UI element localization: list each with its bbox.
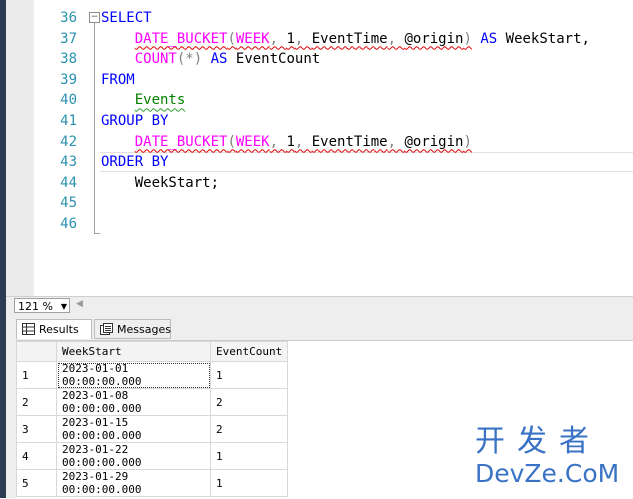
scroll-left-icon[interactable]: ◀	[76, 299, 83, 309]
row-number-cell[interactable]: 4	[16, 442, 57, 470]
line-number: 36	[60, 10, 77, 26]
code-line[interactable]: FROM	[101, 70, 135, 90]
table-cell[interactable]: 2023-01-15 00:00:00.000	[56, 415, 211, 443]
row-number-cell[interactable]: 3	[16, 415, 57, 443]
table-row[interactable]: 3 2023-01-15 00:00:00.000 2	[16, 415, 289, 443]
tab-messages[interactable]: Messages	[94, 319, 171, 339]
code-line[interactable]: DATE_BUCKET(WEEK, 1, EventTime, @origin)…	[101, 29, 590, 49]
table-row[interactable]: 2 2023-01-08 00:00:00.000 2	[16, 388, 289, 416]
table-cell[interactable]: 1	[209, 442, 289, 470]
line-number: 37	[60, 30, 77, 47]
code-line[interactable]: GROUP BY	[101, 111, 168, 131]
grid-icon	[22, 323, 35, 335]
tab-messages-label: Messages	[117, 323, 171, 336]
editor-gutter	[6, 0, 34, 296]
messages-icon	[100, 323, 113, 335]
row-number-header[interactable]	[16, 341, 57, 362]
watermark-top-text: 开发者	[475, 424, 601, 459]
chevron-down-icon: ▼	[60, 302, 67, 311]
table-row[interactable]: 1 2023-01-01 00:00:00.000 1	[16, 361, 289, 389]
row-number-cell[interactable]: 1	[16, 361, 57, 389]
collapse-toggle-icon[interactable]: −	[89, 12, 100, 23]
table-cell[interactable]: 2023-01-29 00:00:00.000	[56, 469, 211, 497]
table-cell[interactable]: 2	[209, 388, 289, 416]
zoom-value: 121 %	[18, 300, 53, 313]
line-number: 42	[60, 133, 77, 150]
code-line[interactable]: WeekStart;	[101, 173, 219, 193]
line-number: 46	[60, 216, 77, 232]
table-cell[interactable]: 2023-01-01 00:00:00.000	[56, 361, 211, 389]
table-cell[interactable]: 2	[209, 415, 289, 443]
code-line[interactable]: SELECT	[101, 8, 152, 28]
fold-guide-line	[94, 23, 95, 233]
code-area[interactable]: SELECT DATE_BUCKET(WEEK, 1, EventTime, @…	[101, 0, 633, 296]
tab-results[interactable]: Results	[16, 319, 92, 339]
table-row[interactable]: 4 2023-01-22 00:00:00.000 1	[16, 442, 289, 470]
line-numbers: 36 37 38 39 40 41 42 43 44 45 46	[34, 0, 82, 296]
code-line[interactable]: DATE_BUCKET(WEEK, 1, EventTime, @origin)	[101, 132, 472, 152]
column-header-eventcount[interactable]: EventCount	[209, 341, 289, 362]
table-row[interactable]: 5 2023-01-29 00:00:00.000 1	[16, 469, 289, 497]
table-cell[interactable]: 1	[209, 469, 289, 497]
code-line[interactable]: COUNT(*) AS EventCount	[101, 49, 320, 69]
line-number: 38	[60, 51, 77, 68]
zoom-dropdown[interactable]: 121 % ▼	[14, 298, 70, 313]
results-grid[interactable]: WeekStart EventCount 1 2023-01-01 00:00:0…	[16, 341, 289, 497]
line-number: 44	[60, 174, 77, 191]
column-header-weekstart[interactable]: WeekStart	[56, 341, 211, 362]
watermark-bottom-text: DevZe.CoM	[475, 459, 620, 488]
table-cell[interactable]: 1	[209, 361, 289, 389]
watermark-logo: 开发者 DevZe.CoM	[475, 425, 633, 489]
results-left-edge	[6, 340, 16, 498]
results-tab-strip: Results Messages	[6, 314, 633, 340]
line-number: 43	[60, 154, 77, 171]
table-cell[interactable]: 2023-01-08 00:00:00.000	[56, 388, 211, 416]
line-number: 45	[60, 195, 77, 212]
row-number-cell[interactable]: 5	[16, 469, 57, 497]
grid-header-row: WeekStart EventCount	[16, 341, 289, 362]
row-number-cell[interactable]: 2	[16, 388, 57, 416]
line-number: 40	[60, 92, 77, 109]
code-line[interactable]: Events	[101, 90, 186, 110]
tab-results-label: Results	[39, 323, 79, 336]
line-number: 41	[60, 113, 77, 129]
code-line[interactable]: ORDER BY	[101, 152, 168, 172]
editor-status-bar: 121 % ▼ ◀	[6, 296, 633, 315]
table-cell[interactable]: 2023-01-22 00:00:00.000	[56, 442, 211, 470]
fold-guide-end	[94, 233, 100, 234]
line-number: 39	[60, 71, 77, 88]
